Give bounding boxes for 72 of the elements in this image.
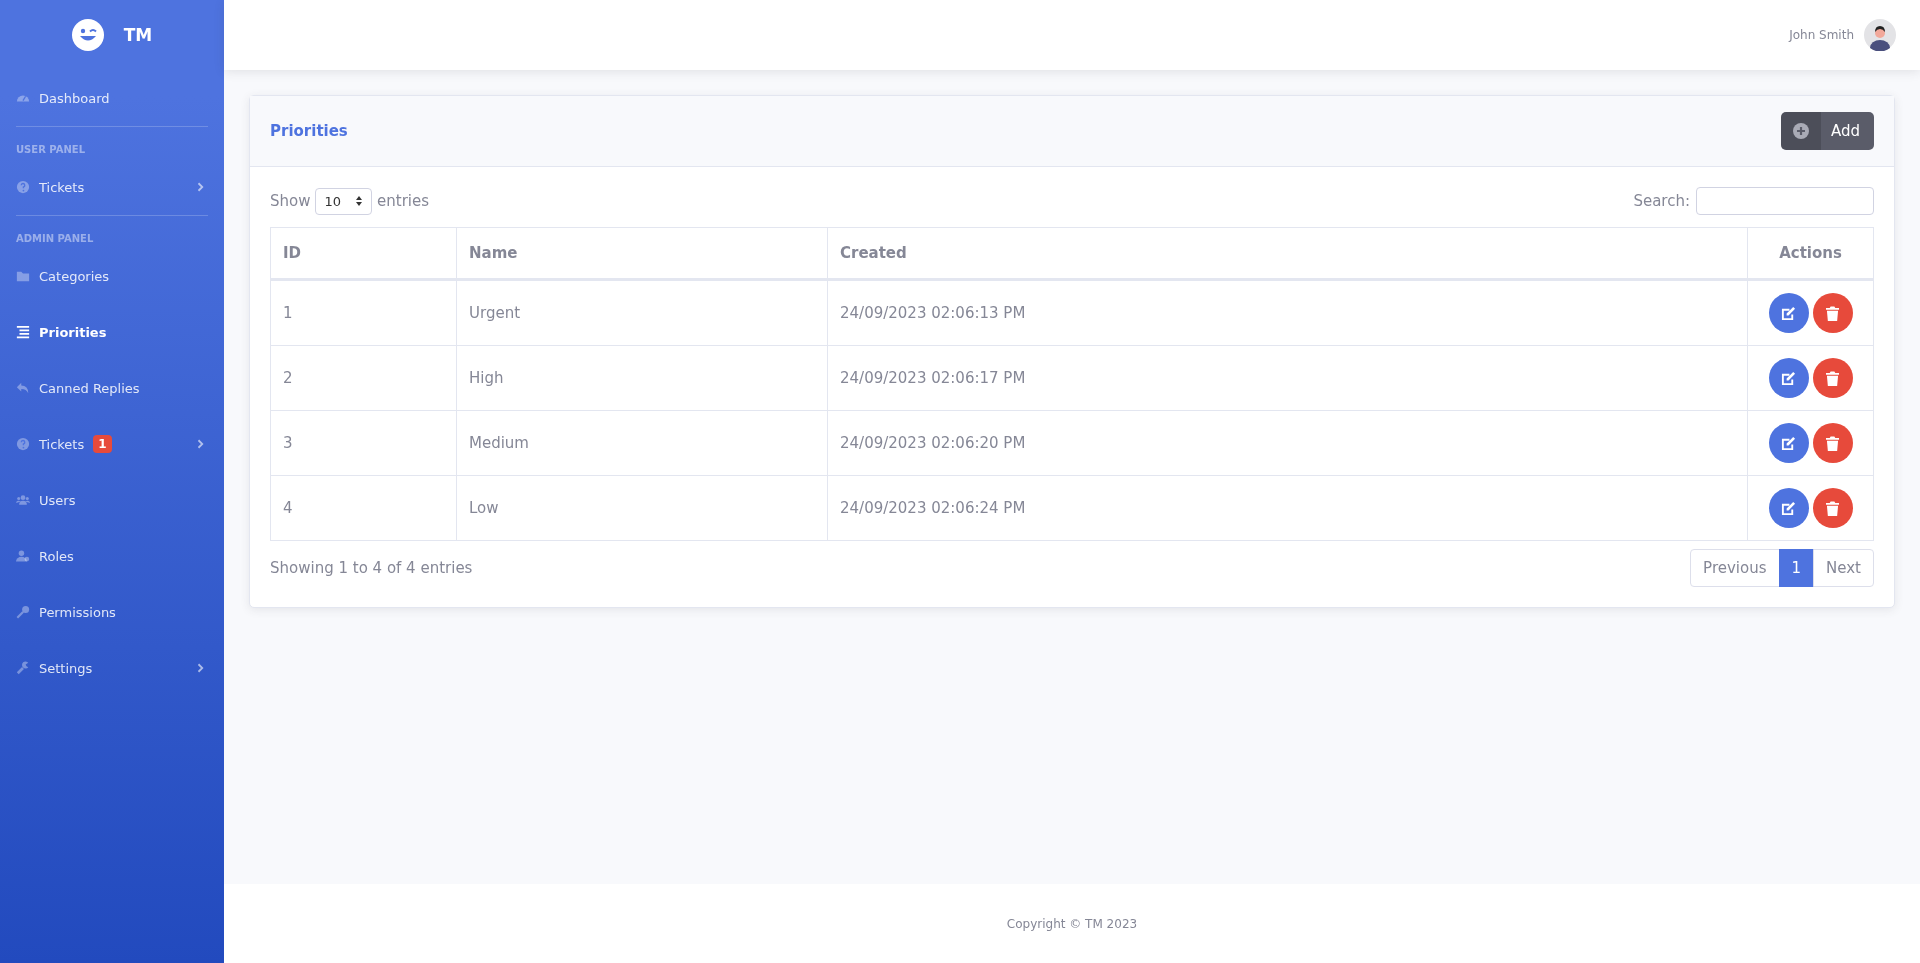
users-icon <box>16 493 30 507</box>
entries-info: Showing 1 to 4 of 4 entries <box>270 559 473 577</box>
table-cell: 24/09/2023 02:06:17 PM <box>827 345 1748 411</box>
edit-icon <box>1781 435 1796 451</box>
page-button[interactable]: 1 <box>1778 549 1815 587</box>
entries-select[interactable]: 10 <box>315 187 373 215</box>
copyright-text: Copyright © TM 2023 <box>1006 916 1138 931</box>
column-header[interactable]: Actions <box>1747 227 1874 280</box>
delete-button[interactable] <box>1812 423 1853 463</box>
table-cell: 24/09/2023 02:06:24 PM <box>827 475 1748 541</box>
edit-icon <box>1781 500 1796 516</box>
column-header[interactable]: ID <box>270 227 457 280</box>
reply-icon <box>16 381 30 395</box>
question-icon <box>16 437 30 451</box>
delete-button[interactable] <box>1812 488 1853 528</box>
sidebar-item[interactable]: Canned Replies <box>16 360 208 416</box>
sidebar-heading: USER PANEL <box>16 143 87 157</box>
sort-arrows-icon <box>355 195 364 207</box>
edit-button[interactable] <box>1768 488 1809 528</box>
trash-icon <box>1826 500 1839 516</box>
table-cell: Urgent <box>456 279 828 346</box>
column-header[interactable]: Created <box>827 227 1748 280</box>
wrench-icon <box>16 661 30 675</box>
avatar-icon[interactable] <box>1864 19 1896 51</box>
trash-icon <box>1826 435 1839 451</box>
sidebar-item[interactable]: Tickets <box>16 159 208 215</box>
column-header[interactable]: Name <box>456 227 828 280</box>
sidebar-item[interactable]: Roles <box>16 528 208 584</box>
delete-button[interactable] <box>1812 358 1853 398</box>
table-cell: 4 <box>270 475 457 541</box>
brand-name: TM <box>123 25 153 45</box>
table-cell: 24/09/2023 02:06:13 PM <box>827 279 1748 346</box>
card-title: Priorities <box>270 122 348 140</box>
table-cell: High <box>456 345 828 411</box>
plus-circle-icon <box>1792 123 1809 139</box>
search-field[interactable] <box>1696 187 1874 215</box>
sidebar-heading: ADMIN PANEL <box>16 232 95 246</box>
search-label: Search: <box>1633 192 1690 210</box>
sidebar-item[interactable]: Tickets 1 <box>16 416 208 472</box>
sidebar-item[interactable]: Dashboard <box>16 70 208 126</box>
show-label: Show <box>270 192 311 210</box>
winking-face-icon <box>71 19 104 51</box>
edit-button[interactable] <box>1768 358 1809 398</box>
table-cell: 2 <box>270 345 457 411</box>
sidebar-item[interactable]: Permissions <box>16 584 208 640</box>
table-cell: Medium <box>456 410 828 476</box>
trash-icon <box>1826 305 1839 321</box>
folder-icon <box>16 269 30 283</box>
add-button[interactable]: Add <box>1780 112 1874 150</box>
page-button[interactable]: Previous <box>1690 549 1780 587</box>
count-badge: 1 <box>93 435 112 453</box>
table-cell: 1 <box>270 279 457 346</box>
sidebar-item[interactable]: Users <box>16 472 208 528</box>
sidebar-item[interactable]: Settings <box>16 640 208 696</box>
key-icon <box>16 605 30 619</box>
delete-button[interactable] <box>1812 293 1853 333</box>
page-button[interactable]: Next <box>1813 549 1874 587</box>
trash-icon <box>1826 370 1839 386</box>
list-icon <box>16 325 30 339</box>
sidebar-item[interactable]: Priorities <box>16 304 208 360</box>
user-icon <box>16 549 30 563</box>
question-icon <box>16 180 30 194</box>
edit-icon <box>1781 305 1796 321</box>
table-cell: Low <box>456 475 828 541</box>
edit-icon <box>1781 370 1796 386</box>
entries-label: entries <box>377 192 430 210</box>
sidebar-item[interactable]: Categories <box>16 248 208 304</box>
table-cell: 24/09/2023 02:06:20 PM <box>827 410 1748 476</box>
edit-button[interactable] <box>1768 423 1809 463</box>
table-cell: 3 <box>270 410 457 476</box>
user-name[interactable]: John Smith <box>1789 28 1854 42</box>
edit-button[interactable] <box>1768 293 1809 333</box>
